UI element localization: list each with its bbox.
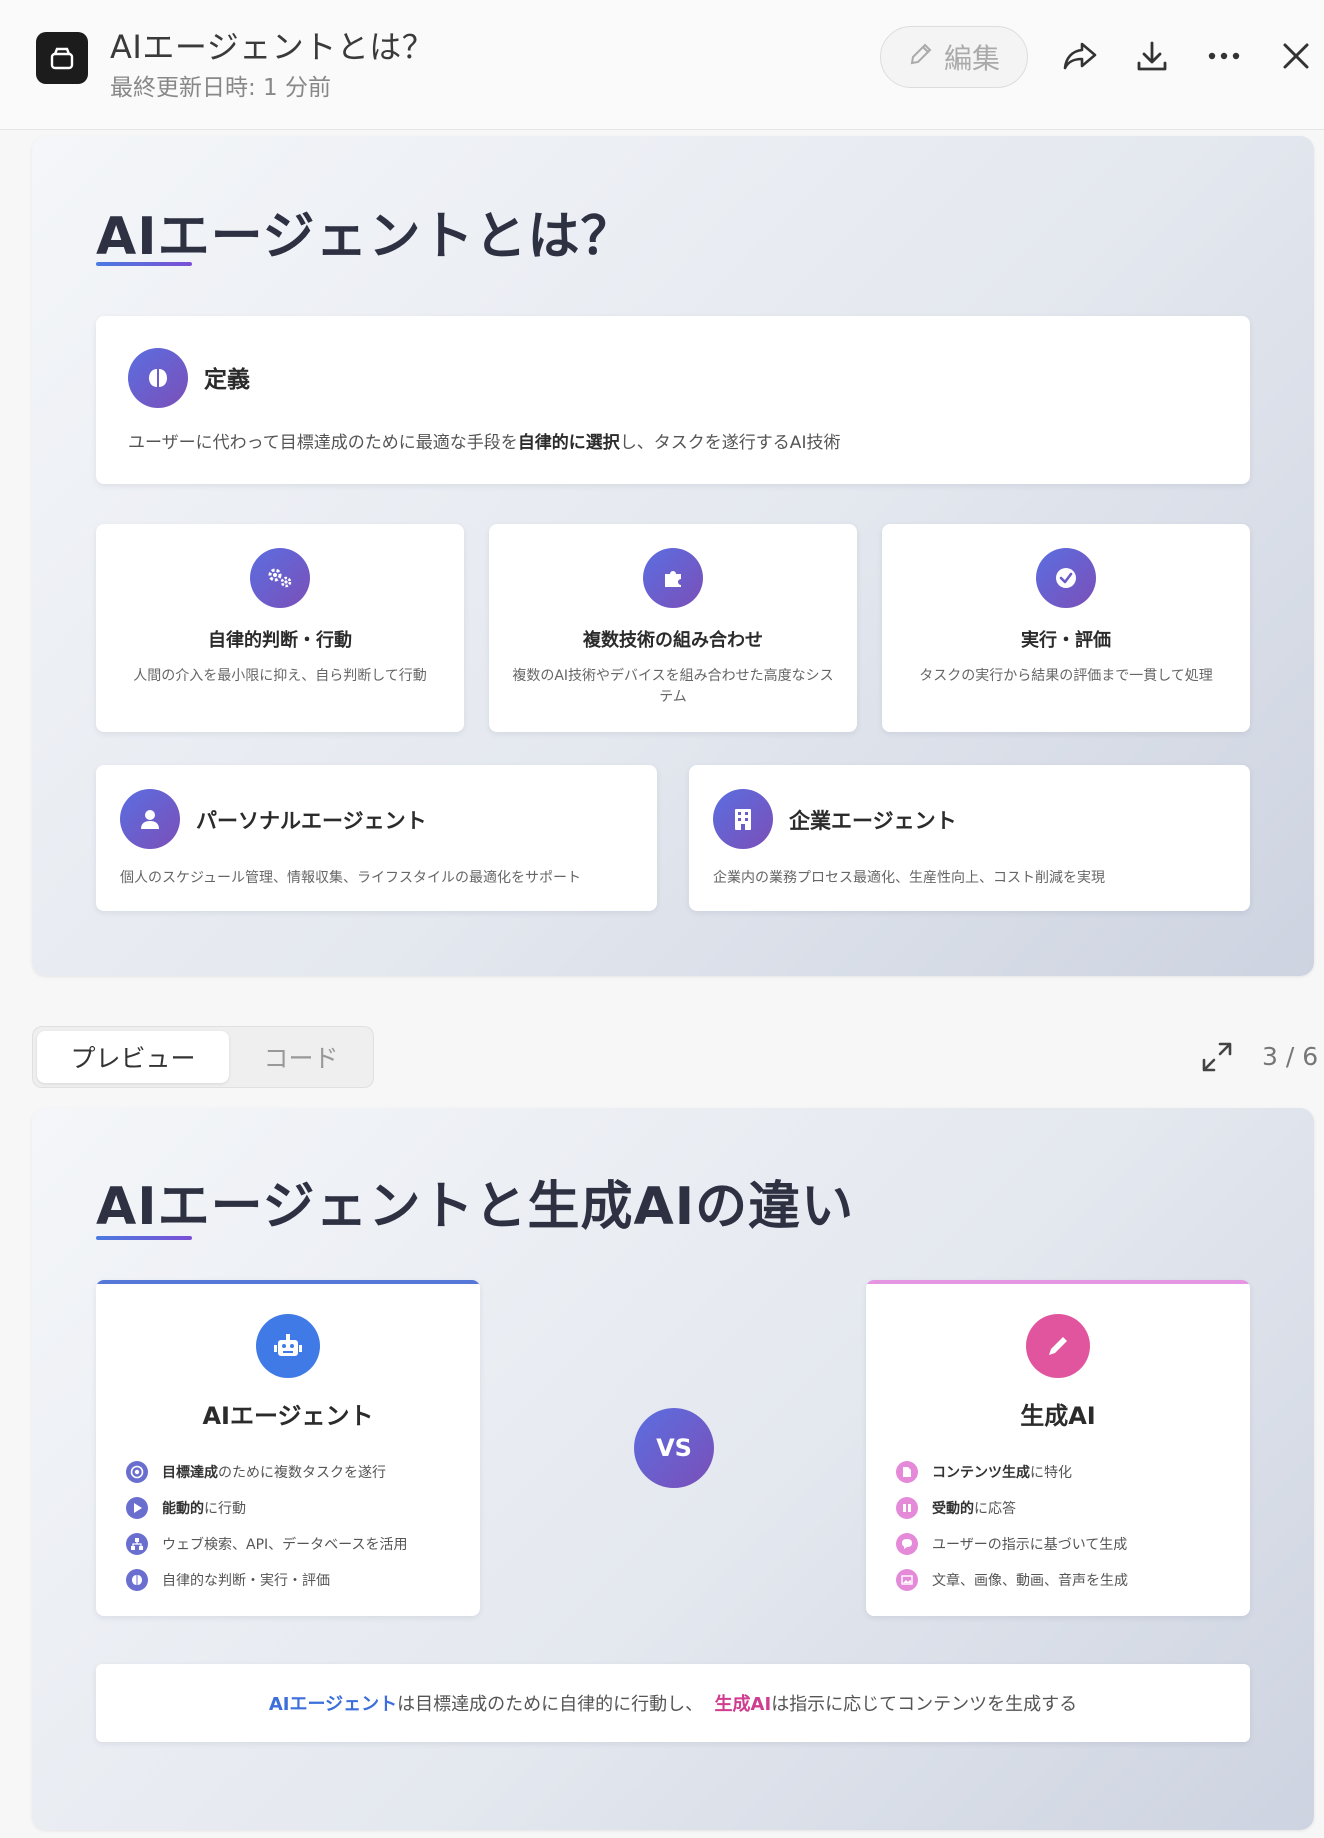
type-card: 企業エージェント 企業内の業務プロセス最適化、生産性向上、コスト削減を実現 bbox=[689, 765, 1250, 911]
view-tabs: プレビュー コード bbox=[32, 1026, 374, 1088]
feature-text: 複数のAI技術やデバイスを組み合わせた高度なシステム bbox=[512, 668, 834, 705]
network-icon bbox=[126, 1533, 148, 1555]
pause-icon bbox=[896, 1497, 918, 1519]
feature-title: 実行・評価 bbox=[1021, 630, 1111, 651]
ai-agent-card: AIエージェント 目標達成のために複数タスクを遂行 能動的に行動 ウェブ検索、A… bbox=[96, 1280, 480, 1616]
app-icon[interactable] bbox=[36, 32, 88, 84]
edit-label: 編集 bbox=[943, 42, 1000, 75]
type-title: パーソナルエージェント bbox=[196, 809, 427, 833]
close-icon[interactable] bbox=[1276, 36, 1316, 76]
type-card: パーソナルエージェント 個人のスケジュール管理、情報収集、ライフスタイルの最適化… bbox=[96, 765, 657, 911]
list-item: 受動的に応答 bbox=[896, 1490, 1128, 1526]
slide-title: AIエージェントと生成AIの違い bbox=[96, 1177, 855, 1237]
card-title: AIエージェント bbox=[202, 1402, 374, 1430]
robot-icon bbox=[256, 1314, 320, 1378]
document-icon bbox=[896, 1461, 918, 1483]
feature-text: 人間の介入を最小限に抑え、自ら判断して行動 bbox=[133, 668, 427, 684]
feature-card: 複数技術の組み合わせ 複数のAI技術やデバイスを組み合わせた高度なシステム bbox=[489, 524, 857, 732]
vs-badge: VS bbox=[634, 1408, 714, 1488]
target-icon bbox=[126, 1461, 148, 1483]
document-title: AIエージェントとは？ bbox=[110, 28, 435, 66]
brain-icon bbox=[126, 1569, 148, 1591]
building-icon bbox=[713, 789, 773, 849]
type-text: 個人のスケジュール管理、情報収集、ライフスタイルの最適化をサポート bbox=[120, 870, 582, 886]
user-icon bbox=[120, 789, 180, 849]
feature-card: 実行・評価 タスクの実行から結果の評価まで一貫して処理 bbox=[882, 524, 1250, 732]
title-underline bbox=[96, 1236, 192, 1240]
check-circle-icon bbox=[1036, 548, 1096, 608]
feature-title: 自律的判断・行動 bbox=[208, 630, 352, 651]
type-text: 企業内の業務プロセス最適化、生産性向上、コスト削減を実現 bbox=[713, 870, 1105, 886]
list-item: 文章、画像、動画、音声を生成 bbox=[896, 1562, 1128, 1598]
share-icon[interactable] bbox=[1060, 36, 1100, 76]
card-accent-bar bbox=[866, 1280, 1250, 1284]
image-icon bbox=[896, 1569, 918, 1591]
slide-what-is-ai-agent: AIエージェントとは？ 定義 ユーザーに代わって目標達成のために最適な手段を自律… bbox=[32, 136, 1314, 976]
title-underline bbox=[96, 262, 192, 266]
feature-text: タスクの実行から結果の評価まで一貫して処理 bbox=[919, 668, 1213, 684]
feature-card: 自律的判断・行動 人間の介入を最小限に抑え、自ら判断して行動 bbox=[96, 524, 464, 732]
type-title: 企業エージェント bbox=[789, 809, 957, 833]
definition-card: 定義 ユーザーに代わって目標達成のために最適な手段を自律的に選択し、タスクを遂行… bbox=[96, 316, 1250, 484]
brain-icon bbox=[128, 348, 188, 408]
last-updated: 最終更新日時: 1 分前 bbox=[110, 75, 332, 101]
definition-text: ユーザーに代わって目標達成のために最適な手段を自律的に選択し、タスクを遂行するA… bbox=[128, 433, 841, 453]
card-title: 生成AI bbox=[1020, 1402, 1096, 1430]
genai-features-list: コンテンツ生成に特化 受動的に応答 ユーザーの指示に基づいて生成 文章、画像、動… bbox=[896, 1454, 1128, 1598]
download-icon[interactable] bbox=[1132, 36, 1172, 76]
definition-title: 定義 bbox=[204, 367, 250, 393]
summary-box: AIエージェント は目標達成のために自律的に行動し、 生成AI は指示に応じてコンテ… bbox=[96, 1664, 1250, 1742]
gears-icon bbox=[250, 548, 310, 608]
list-item: ユーザーの指示に基づいて生成 bbox=[896, 1526, 1128, 1562]
card-accent-bar bbox=[96, 1280, 480, 1284]
pencil-icon bbox=[908, 41, 934, 74]
agent-features-list: 目標達成のために複数タスクを遂行 能動的に行動 ウェブ検索、API、データベース… bbox=[126, 1454, 407, 1598]
list-item: コンテンツ生成に特化 bbox=[896, 1454, 1128, 1490]
list-item: 目標達成のために複数タスクを遂行 bbox=[126, 1454, 407, 1490]
slide-title: AIエージェントとは？ bbox=[96, 207, 634, 267]
puzzle-icon bbox=[643, 548, 703, 608]
list-item: ウェブ検索、API、データベースを活用 bbox=[126, 1526, 407, 1562]
list-item: 能動的に行動 bbox=[126, 1490, 407, 1526]
more-icon[interactable] bbox=[1204, 36, 1244, 76]
genai-card: 生成AI コンテンツ生成に特化 受動的に応答 ユーザーの指示に基づいて生成 文章… bbox=[866, 1280, 1250, 1616]
chat-icon bbox=[896, 1533, 918, 1555]
top-bar: AIエージェントとは？ 最終更新日時: 1 分前 編集 bbox=[0, 0, 1324, 130]
pen-icon bbox=[1026, 1314, 1090, 1378]
tab-code[interactable]: コード bbox=[233, 1031, 369, 1083]
play-icon bbox=[126, 1497, 148, 1519]
feature-title: 複数技術の組み合わせ bbox=[583, 630, 763, 651]
edit-button[interactable]: 編集 bbox=[880, 26, 1028, 88]
slide-agent-vs-genai: AIエージェントと生成AIの違い AIエージェント 目標達成のために複数タスクを… bbox=[32, 1108, 1314, 1830]
tab-preview[interactable]: プレビュー bbox=[37, 1031, 229, 1083]
expand-icon[interactable] bbox=[1200, 1040, 1234, 1074]
list-item: 自律的な判断・実行・評価 bbox=[126, 1562, 407, 1598]
page-counter: 3 / 6 bbox=[1262, 1042, 1319, 1071]
